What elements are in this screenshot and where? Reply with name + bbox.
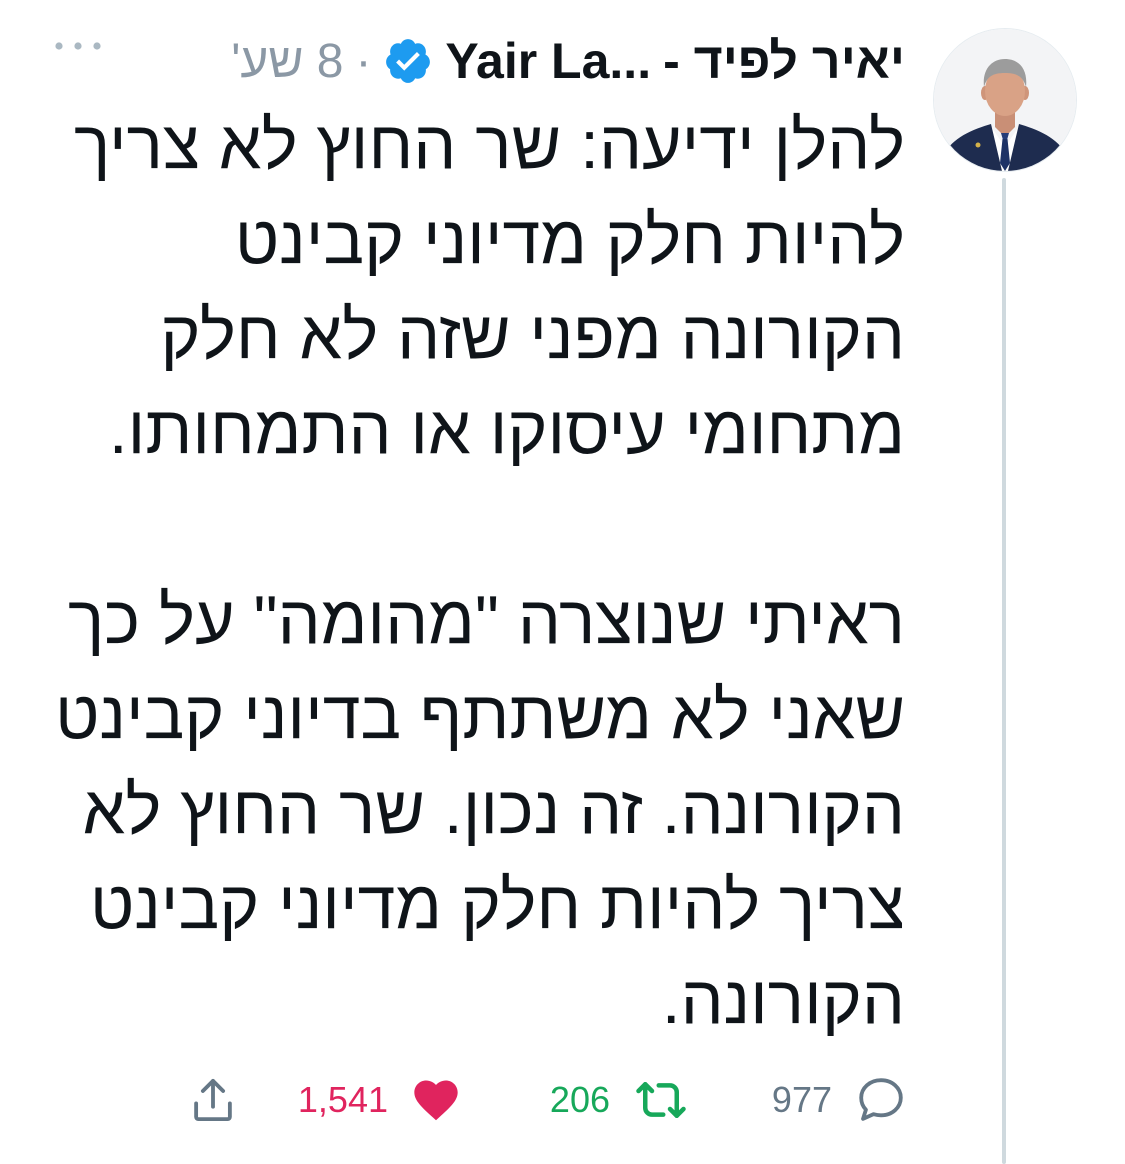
tweet-line-text: הקורונה. זה נכון. שר החוץ לא: [82, 772, 905, 848]
thread-line: [1002, 178, 1006, 1164]
tweet-line-text: שאני לא משתתף בדיוני קבינט: [55, 677, 905, 753]
author-name-hebrew: יאיר לפיד -: [663, 33, 905, 89]
reply-count: 977: [771, 1079, 832, 1120]
like-button[interactable]: 1,541: [280, 1070, 462, 1130]
tweet-line-text: להיות חלק מדיוני קבינט: [234, 202, 905, 278]
tweet-line: שאני לא משתתף בדיוני קבינט: [25, 668, 905, 763]
tweet-view: יאיר לפיד - Yair La... · 8 שע' להלן ידיע…: [0, 0, 1125, 1164]
reply-button[interactable]: 977: [758, 1070, 908, 1130]
tweet-time[interactable]: 8 שע': [231, 34, 343, 89]
tweet-header: יאיר לפיד - Yair La... · 8 שע': [231, 28, 905, 94]
tweet-line-text: ראיתי שנוצרה "מהומה" על כך: [68, 582, 905, 658]
tweet-text: להלן ידיעה: שר החוץ לא צריך להיות חלק מד…: [25, 98, 905, 1048]
header-separator: ·: [355, 34, 372, 88]
more-icon: [55, 42, 101, 50]
tweet-line: הקורונה. זה נכון. שר החוץ לא: [25, 763, 905, 858]
tweet-line-text: הקורונה.: [661, 962, 905, 1038]
tweet-line: מתחומי עיסוקו או התמחותו.: [25, 383, 905, 478]
tweet-line: להיות חלק מדיוני קבינט: [25, 193, 905, 288]
author-name-link[interactable]: יאיר לפיד - Yair La...: [445, 32, 905, 90]
share-button[interactable]: [186, 1073, 240, 1127]
tweet-paragraph: להלן ידיעה: שר החוץ לא צריך להיות חלק מד…: [25, 98, 905, 478]
tweet-line-text: מתחומי עיסוקו או התמחותו.: [108, 392, 905, 468]
tweet-line-text: צריך להיות חלק מדיוני קבינט: [89, 867, 905, 943]
tweet-line-text: להלן ידיעה: שר החוץ לא צריך: [74, 107, 905, 183]
tweet-line: ראיתי שנוצרה "מהומה" על כך: [25, 573, 905, 668]
retweet-count: 206: [549, 1079, 610, 1120]
share-icon: [186, 1073, 240, 1127]
author-name-english: Yair La...: [445, 33, 652, 89]
heart-icon: [410, 1074, 462, 1126]
reply-icon: [854, 1073, 908, 1127]
retweet-button[interactable]: 206: [520, 1070, 690, 1130]
tweet-line: צריך להיות חלק מדיוני קבינט: [25, 858, 905, 953]
tweet-line-text: הקורונה מפני שזה לא חלק: [160, 297, 905, 373]
more-button[interactable]: [52, 36, 104, 56]
tweet-paragraph: ראיתי שנוצרה "מהומה" על כך שאני לא משתתף…: [25, 573, 905, 1048]
like-count: 1,541: [297, 1079, 388, 1120]
verified-badge-icon: [386, 39, 431, 83]
tweet-line: להלן ידיעה: שר החוץ לא צריך: [25, 98, 905, 193]
tweet-line: הקורונה.: [25, 953, 905, 1048]
tweet-line: הקורונה מפני שזה לא חלק: [25, 288, 905, 383]
profile-photo: [934, 29, 1076, 171]
avatar[interactable]: [934, 29, 1076, 171]
retweet-icon: [632, 1073, 690, 1127]
